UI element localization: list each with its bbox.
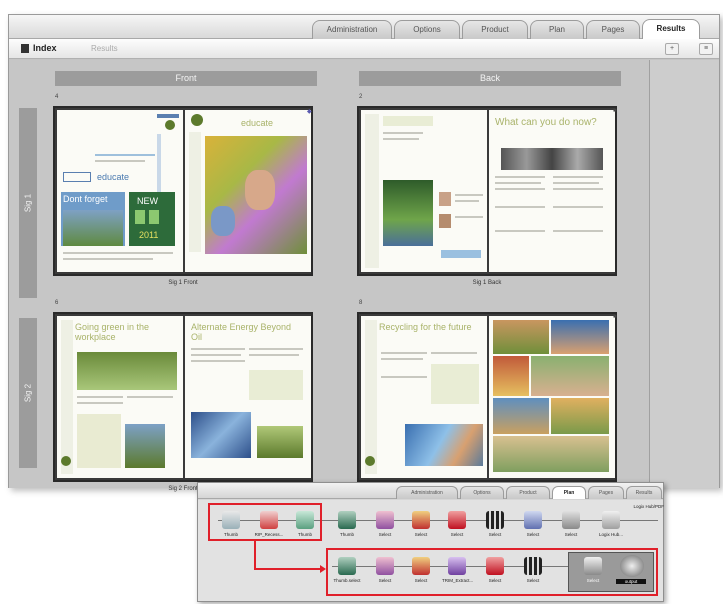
row-header-sig1: Sig 1 bbox=[19, 108, 37, 298]
select-node[interactable] bbox=[486, 511, 504, 529]
tab-product[interactable]: Product bbox=[462, 20, 528, 39]
select-node[interactable] bbox=[412, 511, 430, 529]
select-node[interactable] bbox=[486, 557, 504, 575]
flow-tab-administration[interactable]: Administration bbox=[396, 486, 458, 499]
page-sig1-back-right: What can you do now? bbox=[489, 110, 615, 272]
signature-grid: Front Back Sig 1 Sig 2 4 educate Dont fo… bbox=[9, 60, 649, 492]
caption-sig1-front: Sig 1 Front bbox=[168, 280, 198, 286]
flow-tab-results[interactable]: Results bbox=[626, 486, 662, 499]
select-node[interactable] bbox=[376, 511, 394, 529]
secondary-label: Results bbox=[91, 44, 118, 53]
page-number: 4 bbox=[55, 94, 59, 100]
page-sig2-back-left: Recycling for the future bbox=[361, 316, 487, 478]
flow-tab-pages[interactable]: Pages bbox=[588, 486, 624, 499]
trim-extract-node[interactable] bbox=[448, 557, 466, 575]
zoom-icon[interactable]: + bbox=[665, 43, 679, 55]
page-number: 2 bbox=[359, 94, 363, 100]
tab-bar: Administration Options Product Plan Page… bbox=[9, 15, 719, 39]
right-panel bbox=[649, 60, 719, 488]
flow-tab-bar: Administration Options Product Plan Page… bbox=[198, 483, 663, 499]
highlight-connector bbox=[254, 568, 322, 570]
tab-pages[interactable]: Pages bbox=[586, 20, 640, 39]
page-brand: educate bbox=[97, 172, 130, 182]
page-number: 8 bbox=[359, 300, 363, 306]
document-icon bbox=[21, 44, 29, 53]
caption-sig1-back: Sig 1 Back bbox=[472, 280, 502, 286]
thumb-node[interactable] bbox=[338, 511, 356, 529]
spread-sig2-back[interactable]: Recycling for the future bbox=[357, 312, 617, 482]
options-icon[interactable]: ≡ bbox=[699, 43, 713, 55]
logix-hub-node[interactable] bbox=[602, 511, 620, 529]
plan-flow-window: Administration Options Product Plan Page… bbox=[197, 482, 664, 602]
spread-sig1-front[interactable]: educate Dont forget NEW 2011 educate bbox=[53, 106, 313, 276]
select-node[interactable] bbox=[562, 511, 580, 529]
flow-canvas: Thumb RIP_Recess... Thumb Thumb Select S… bbox=[198, 500, 664, 601]
page-sig2-front-right: Alternate Energy Beyond Oil bbox=[185, 316, 311, 478]
tab-plan[interactable]: Plan bbox=[530, 20, 584, 39]
page-headline: Dont forget bbox=[63, 194, 108, 204]
page-marker: ■ bbox=[613, 108, 617, 114]
tab-options[interactable]: Options bbox=[394, 20, 460, 39]
spread-sig1-back[interactable]: What can you do now? bbox=[357, 106, 617, 276]
select-node[interactable] bbox=[376, 557, 394, 575]
flow-tab-plan[interactable]: Plan bbox=[552, 486, 586, 499]
select-node[interactable] bbox=[448, 511, 466, 529]
row-header-sig2: Sig 2 bbox=[19, 318, 37, 468]
spread-sig2-front[interactable]: Going green in the workplace Alternate E… bbox=[53, 312, 313, 482]
page-title: Recycling for the future bbox=[379, 322, 472, 332]
page-number: 6 bbox=[55, 300, 59, 306]
page-sig1-front-right: educate bbox=[185, 110, 311, 272]
results-toolbar: Index Results + ≡ bbox=[9, 39, 719, 59]
page-sig1-back-left bbox=[361, 110, 487, 272]
page-sig2-back-right bbox=[489, 316, 615, 478]
imposition-results-window: Administration Options Product Plan Page… bbox=[8, 14, 720, 492]
page-title: Alternate Energy Beyond Oil bbox=[191, 322, 292, 342]
document-label[interactable]: Index bbox=[33, 43, 57, 53]
page-title: Going green in the workplace bbox=[75, 322, 150, 342]
highlight-connector bbox=[254, 541, 256, 569]
page-marker: ◆ bbox=[307, 109, 312, 115]
thumb-select-node[interactable] bbox=[338, 557, 356, 575]
screenshot-stage: Administration Options Product Plan Page… bbox=[0, 0, 723, 604]
tab-results[interactable]: Results bbox=[642, 19, 700, 39]
highlight-box-source bbox=[208, 503, 322, 541]
flow-tab-product[interactable]: Product bbox=[506, 486, 550, 499]
top-right-label: Logix Hub/PDF bbox=[633, 504, 664, 509]
flow-tab-options[interactable]: Options bbox=[460, 486, 504, 499]
tab-administration[interactable]: Administration bbox=[312, 20, 392, 39]
select-node[interactable] bbox=[524, 511, 542, 529]
select-node[interactable] bbox=[524, 557, 542, 575]
page-title: What can you do now? bbox=[495, 117, 597, 128]
output-badge: output bbox=[616, 579, 646, 584]
page-marker: ■ bbox=[613, 314, 617, 320]
page-sig1-front-left: educate Dont forget NEW 2011 bbox=[57, 110, 183, 272]
select-node[interactable] bbox=[584, 557, 602, 575]
output-node[interactable] bbox=[620, 555, 644, 577]
column-header-front: Front bbox=[55, 71, 317, 86]
column-header-back: Back bbox=[359, 71, 621, 86]
page-sig2-front-left: Going green in the workplace bbox=[57, 316, 183, 478]
select-node[interactable] bbox=[412, 557, 430, 575]
